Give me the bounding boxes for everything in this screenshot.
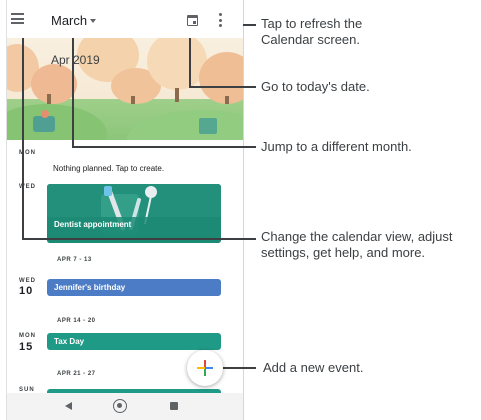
day-number: 15 [19,341,34,353]
event-chip-tax-day[interactable]: Tax Day [47,333,221,350]
tree-illustration [147,38,207,90]
plus-icon [197,360,213,376]
back-triangle-icon[interactable] [65,402,72,410]
kite-figure-illustration [199,118,217,134]
home-circle-icon[interactable] [113,399,127,413]
month-banner-illustration: Apr 2019 [7,38,243,140]
callout-menu: Change the calendar view, adjust setting… [261,229,453,260]
week-range-label: APR 14 - 20 [57,318,96,324]
week-range-label: APR 7 - 13 [57,257,92,263]
callout-line-today [189,86,256,88]
tree-illustration [31,64,77,104]
callout-line-menu [22,238,256,240]
more-vert-icon[interactable] [218,13,222,27]
callout-add: Add a new event. [263,360,364,375]
empty-day-prompt[interactable]: Nothing planned. Tap to create. [53,164,164,173]
callout-line-menu-vertical [22,31,24,239]
hill-illustration [127,110,243,140]
month-selector-label: March [51,13,88,28]
tree-trunk [225,96,229,104]
top-app-bar: March [7,0,243,38]
system-nav-bar [7,393,243,420]
month-selector[interactable]: March [51,13,97,28]
week-range-label: APR 21 - 27 [57,371,96,377]
event-title: Dentist appointment [54,220,132,229]
callout-line-add [218,367,256,369]
tree-trunk [131,96,135,104]
event-title: Tax Day [54,337,85,346]
tree-trunk [175,88,179,102]
day-weekday-label: MON [19,333,36,339]
picnic-figure-illustration [33,116,55,132]
tree-trunk [47,94,51,104]
event-card-dentist[interactable]: Dentist appointment [47,184,221,243]
calendar-today-icon[interactable] [187,15,198,26]
day-number: 10 [19,285,34,297]
callout-month: Jump to a different month. [261,139,412,154]
callout-line-month-vertical [72,25,74,147]
event-chip-birthday[interactable]: Jennifer's birthday [47,279,221,296]
picnic-figure-head [41,110,49,118]
callout-refresh: Tap to refresh the Calendar screen. [261,16,363,47]
phone-screen: March Apr 2019 MON Nothing planned. Tap … [6,0,244,420]
event-title: Jennifer's birthday [54,283,126,292]
recent-apps-square-icon[interactable] [170,402,178,410]
add-event-button[interactable] [187,350,223,386]
callout-line-month [72,146,256,148]
tree-illustration [199,52,243,104]
toothbrush-illustration [47,184,221,243]
hamburger-menu-icon[interactable] [11,13,24,24]
callout-today: Go to today's date. [261,79,370,94]
day-weekday-label: WED [19,278,36,284]
caret-down-icon [90,18,97,23]
banner-month-title: Apr 2019 [51,53,100,67]
callout-line-today-vertical [189,33,191,87]
